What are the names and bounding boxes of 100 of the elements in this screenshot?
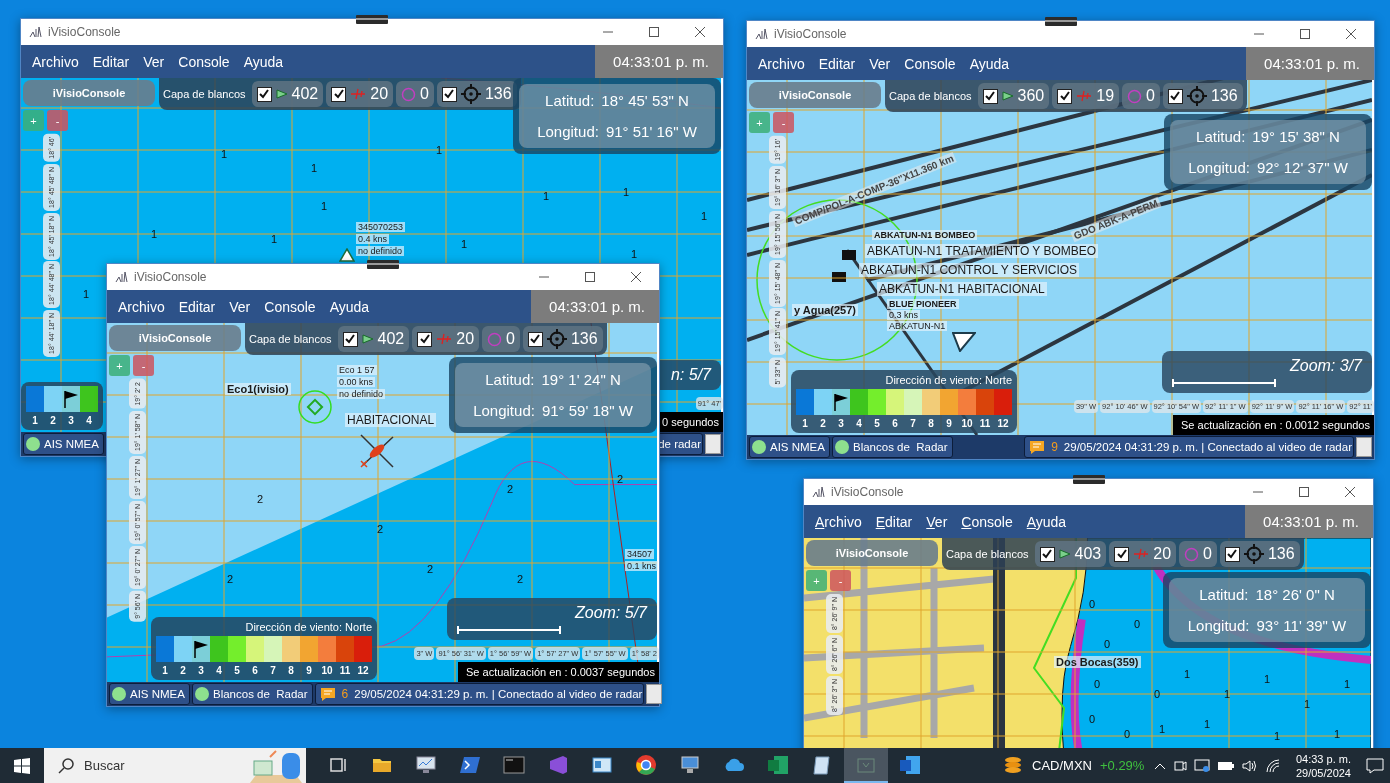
camera-icon[interactable] — [1172, 758, 1187, 773]
menu-item[interactable]: Console — [954, 513, 1020, 530]
wind-scale-number: 11 — [978, 418, 992, 429]
panel-toggle-button[interactable] — [1356, 437, 1372, 457]
triangle-icon — [361, 334, 374, 344]
window-snap-handle[interactable] — [1072, 475, 1105, 484]
place-label: Dos Bocas(359) — [1054, 656, 1141, 668]
taskbar-clock[interactable]: 04:33 p. m. 29/05/2024 — [1295, 751, 1351, 780]
layer-toggle[interactable]: 402 — [251, 81, 324, 107]
checkbox[interactable] — [441, 86, 457, 102]
layer-toggle[interactable]: 360 — [977, 83, 1050, 109]
zoom-out-button[interactable]: - — [47, 110, 68, 131]
menu-item[interactable]: Editar — [171, 298, 223, 315]
menu-item[interactable]: Ver — [862, 55, 898, 72]
zoom-out-button[interactable]: - — [830, 570, 851, 591]
menu-item[interactable]: Editar — [85, 53, 137, 70]
menu-item[interactable]: Archivo — [751, 55, 812, 72]
checkbox[interactable] — [417, 331, 433, 347]
checkbox[interactable] — [342, 331, 358, 347]
battery-icon[interactable] — [1216, 759, 1235, 772]
layer-label: Capa de blancos — [889, 90, 972, 102]
sensor-indicator[interactable]: AIS NMEA — [109, 683, 190, 705]
layer-toggle[interactable]: 20 — [326, 81, 394, 107]
layer-toggle[interactable]: 136 — [1219, 541, 1300, 567]
layer-toggle[interactable]: 0 — [1179, 541, 1217, 567]
notification-icon[interactable] — [1366, 757, 1384, 774]
vessel-label: 345070253 — [356, 222, 406, 232]
triangle-icon — [1001, 91, 1014, 101]
menu-item[interactable]: Ver — [136, 53, 172, 70]
zoom-out-button[interactable]: - — [133, 355, 154, 376]
layer-label: Capa de blancos — [249, 333, 332, 345]
sensor-indicator[interactable]: Blancos de Radar — [191, 683, 313, 705]
menu-item[interactable]: Console — [897, 55, 963, 72]
checkbox[interactable] — [1167, 88, 1183, 104]
chevron-up-icon[interactable] — [1153, 761, 1166, 770]
menu-item[interactable]: Archivo — [25, 53, 86, 70]
chat-icon — [1029, 439, 1046, 455]
brand-label: iVisioConsole — [806, 540, 938, 566]
wifi-icon[interactable] — [1264, 758, 1281, 773]
checkbox[interactable] — [256, 86, 272, 102]
menu-item[interactable]: Archivo — [111, 298, 172, 315]
latitude-label: Latitud: — [1199, 586, 1249, 603]
menu-item[interactable]: Ver — [919, 513, 955, 530]
layer-toggle[interactable]: 402 — [337, 326, 410, 352]
window-snap-handle[interactable] — [356, 15, 388, 24]
depth-sounding: 1 — [1159, 723, 1166, 735]
layer-toggle[interactable]: 20 — [412, 326, 480, 352]
vessel-label: Eco 1 57 — [337, 365, 377, 375]
wind-direction-text: Dirección de viento: Norte — [885, 374, 1012, 386]
target-count: 20 — [456, 330, 475, 348]
layer-toggle[interactable]: 19 — [1052, 83, 1120, 109]
sensor-indicator[interactable]: AIS NMEA — [23, 433, 104, 455]
wind-scale-number: 2 — [49, 415, 57, 426]
display-icon[interactable] — [1193, 758, 1210, 773]
layer-toggle[interactable]: 0 — [1122, 83, 1160, 109]
clock-display: 04:33:01 p. m. — [1245, 505, 1373, 538]
search-field[interactable]: Buscar — [44, 748, 306, 783]
menu-item[interactable]: Console — [257, 298, 323, 315]
checkbox[interactable] — [1057, 88, 1073, 104]
layer-toggle[interactable]: 136 — [522, 326, 603, 352]
status-dot — [26, 437, 40, 451]
panel-toggle-button[interactable] — [705, 434, 721, 454]
sensor-indicator[interactable]: AIS NMEA — [749, 436, 830, 458]
depth-sounding: 1 — [631, 248, 638, 260]
panel-toggle-button[interactable] — [646, 684, 663, 704]
menu-item[interactable]: Ver — [222, 298, 258, 315]
depth-sounding: 2 — [257, 493, 264, 505]
menu-item[interactable]: Editar — [811, 55, 863, 72]
window-snap-handle[interactable] — [1044, 17, 1077, 26]
checkbox[interactable] — [1224, 546, 1240, 562]
zoom-out-button[interactable]: - — [773, 112, 794, 133]
menu-item[interactable]: Ayuda — [236, 53, 291, 70]
speaker-icon[interactable] — [1241, 758, 1258, 773]
checkbox[interactable] — [527, 331, 543, 347]
menu-item[interactable]: Editar — [868, 513, 920, 530]
checkbox[interactable] — [982, 88, 998, 104]
menu-item[interactable]: Ayuda — [322, 298, 377, 315]
depth-sounding: 1 — [321, 200, 328, 212]
menu-item[interactable]: Archivo — [808, 513, 869, 530]
checkbox[interactable] — [1114, 546, 1130, 562]
layer-toggle[interactable]: 20 — [1109, 541, 1177, 567]
window-snap-handle[interactable] — [367, 260, 399, 269]
layer-toggle[interactable]: 0 — [396, 81, 434, 107]
latitude-label: Latitud: — [545, 92, 595, 109]
menu-item[interactable]: Ayuda — [1019, 513, 1074, 530]
status-dot — [112, 687, 126, 701]
menu-item[interactable]: Ayuda — [962, 55, 1017, 72]
zoom-level-text: Zoom: 5/7 — [574, 604, 647, 622]
crosshair-icon — [1186, 86, 1207, 106]
longitude-label: Longitud: — [1188, 159, 1250, 176]
checkbox[interactable] — [331, 86, 347, 102]
sensor-indicator[interactable]: Blancos de Radar — [831, 436, 953, 458]
checkbox[interactable] — [1039, 546, 1055, 562]
layer-toggle[interactable]: 136 — [1162, 83, 1243, 109]
menu-item[interactable]: Console — [171, 53, 237, 70]
depth-sounding: 1 — [461, 238, 468, 250]
zoom-level-text: n: 5/7 — [670, 366, 711, 384]
layer-toggle[interactable]: 0 — [482, 326, 520, 352]
layer-toggle[interactable]: 403 — [1034, 541, 1107, 567]
depth-sounding: 0 — [1124, 728, 1131, 740]
